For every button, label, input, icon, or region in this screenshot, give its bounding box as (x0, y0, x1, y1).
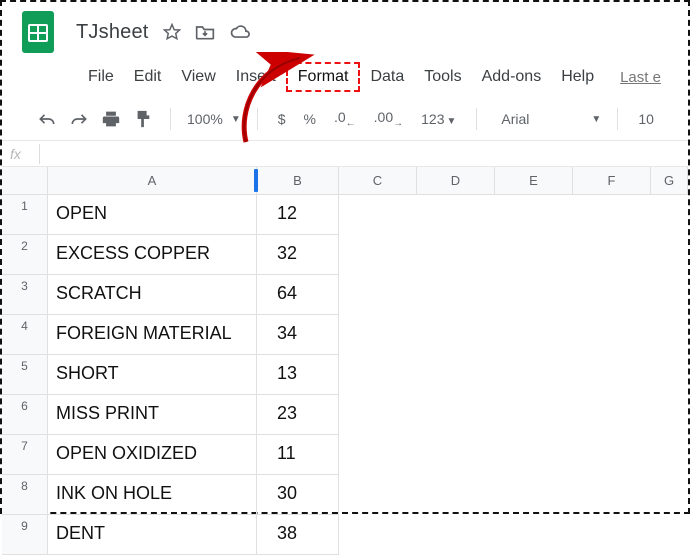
separator (617, 108, 618, 130)
titlebar: TJsheet (2, 2, 688, 56)
formula-divider (39, 144, 40, 164)
col-header-E[interactable]: E (495, 167, 573, 194)
star-icon[interactable] (163, 23, 181, 41)
separator (476, 108, 477, 130)
menu-view[interactable]: View (171, 64, 225, 90)
cell[interactable]: 13 (257, 355, 339, 395)
font-name: Arial (501, 111, 529, 127)
col-header-B[interactable]: B (257, 167, 339, 194)
row-header[interactable]: 6 (2, 395, 48, 435)
menu-edit[interactable]: Edit (124, 64, 172, 90)
number-format-select[interactable]: 123▼ (417, 111, 460, 127)
cell[interactable]: 64 (257, 275, 339, 315)
chevron-down-icon: ▼ (446, 116, 456, 127)
row-header[interactable]: 1 (2, 195, 48, 235)
cell[interactable]: OPEN OXIDIZED (48, 435, 257, 475)
row-header[interactable]: 2 (2, 235, 48, 275)
cell[interactable]: 30 (257, 475, 339, 515)
col-header-A[interactable]: A (48, 167, 257, 194)
row-headers: 1 2 3 4 5 6 7 8 9 (2, 195, 48, 555)
cell[interactable]: FOREIGN MATERIAL (48, 315, 257, 355)
menu-help[interactable]: Help (551, 64, 604, 90)
cell[interactable]: DENT (48, 515, 257, 555)
col-header-C[interactable]: C (339, 167, 417, 194)
select-all-cell[interactable] (2, 167, 48, 194)
print-icon[interactable] (100, 108, 122, 130)
chevron-down-icon: ▼ (591, 114, 601, 125)
font-size-input[interactable]: 10 (634, 111, 658, 127)
document-title[interactable]: TJsheet (76, 21, 149, 44)
toolbar: 100% ▼ $ % .0← .00→ 123▼ Arial ▼ 10 (2, 98, 688, 141)
separator (170, 108, 171, 130)
zoom-select[interactable]: 100% ▼ (187, 111, 241, 127)
menu-insert[interactable]: Insert (226, 64, 286, 90)
paint-format-icon[interactable] (132, 108, 154, 130)
row-header[interactable]: 7 (2, 435, 48, 475)
formula-bar[interactable]: fx (2, 141, 688, 167)
cell[interactable]: OPEN (48, 195, 257, 235)
redo-icon[interactable] (68, 108, 90, 130)
row-header[interactable]: 9 (2, 515, 48, 555)
menu-format[interactable]: Format (286, 62, 361, 92)
last-edit-link[interactable]: Last e (620, 69, 661, 86)
decrease-decimal-button[interactable]: .0← (330, 109, 360, 129)
row-header[interactable]: 3 (2, 275, 48, 315)
dec-inc-label: .00 (374, 109, 393, 125)
increase-decimal-button[interactable]: .00→ (370, 109, 407, 129)
title-icons (163, 23, 251, 41)
row-header[interactable]: 5 (2, 355, 48, 395)
dec-dec-label: .0 (334, 109, 346, 125)
numfmt-label: 123 (421, 111, 444, 127)
row-header[interactable]: 8 (2, 475, 48, 515)
cell[interactable]: 11 (257, 435, 339, 475)
font-family-select[interactable]: Arial ▼ (493, 111, 601, 127)
format-percent-button[interactable]: % (300, 111, 320, 127)
spreadsheet-grid: 1 2 3 4 5 6 7 8 9 OPEN EXCESS COPPER SCR… (2, 195, 688, 555)
cell[interactable]: INK ON HOLE (48, 475, 257, 515)
cell[interactable]: 34 (257, 315, 339, 355)
format-currency-button[interactable]: $ (274, 111, 290, 127)
cloud-status-icon[interactable] (229, 24, 251, 40)
cell[interactable]: 32 (257, 235, 339, 275)
col-header-D[interactable]: D (417, 167, 495, 194)
cell[interactable]: 23 (257, 395, 339, 435)
separator (257, 108, 258, 130)
menubar: File Edit View Insert Format Data Tools … (2, 62, 688, 92)
cell[interactable]: MISS PRINT (48, 395, 257, 435)
menu-tools[interactable]: Tools (414, 64, 471, 90)
chevron-down-icon: ▼ (231, 114, 241, 125)
menu-addons[interactable]: Add-ons (472, 64, 552, 90)
cell[interactable]: SCRATCH (48, 275, 257, 315)
move-folder-icon[interactable] (195, 23, 215, 41)
undo-icon[interactable] (36, 108, 58, 130)
sheets-logo-icon (20, 8, 56, 56)
column-headers: A B C D E F G (2, 167, 688, 195)
cell[interactable]: EXCESS COPPER (48, 235, 257, 275)
cell[interactable]: SHORT (48, 355, 257, 395)
column-B: 12 32 64 34 13 23 11 30 38 (257, 195, 339, 555)
row-header[interactable]: 4 (2, 315, 48, 355)
col-header-G[interactable]: G (651, 167, 688, 194)
cell[interactable]: 12 (257, 195, 339, 235)
menu-data[interactable]: Data (360, 64, 414, 90)
zoom-value: 100% (187, 111, 223, 127)
menu-file[interactable]: File (78, 64, 124, 90)
column-A: OPEN EXCESS COPPER SCRATCH FOREIGN MATER… (48, 195, 257, 555)
fx-label: fx (10, 146, 21, 162)
app-window: TJsheet File Edit View Insert Format Dat… (2, 2, 688, 512)
col-header-F[interactable]: F (573, 167, 651, 194)
cell[interactable]: 38 (257, 515, 339, 555)
